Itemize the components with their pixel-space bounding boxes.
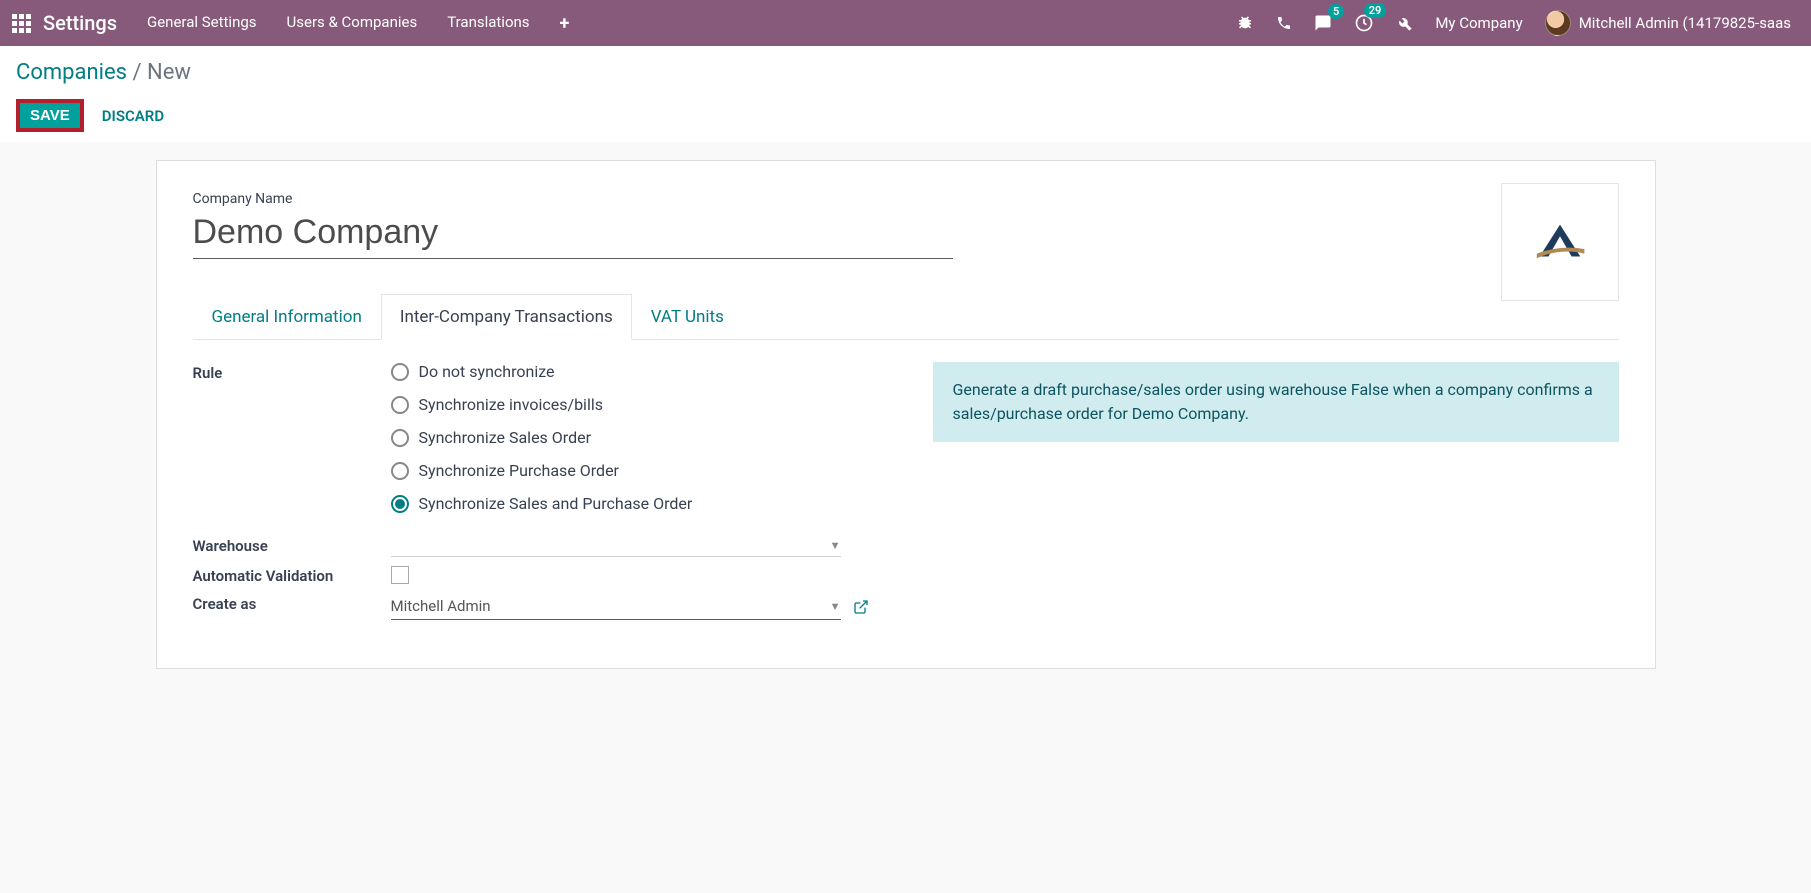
rule-options: Do not synchronize Synchronize invoices/… xyxy=(391,362,893,527)
row-rule: Rule Do not synchronize Synchronize invo… xyxy=(193,362,893,527)
breadcrumb-separator: / xyxy=(132,60,147,85)
topbar: Settings General Settings Users & Compan… xyxy=(0,0,1811,46)
rule-option-0[interactable]: Do not synchronize xyxy=(391,362,893,381)
company-switcher[interactable]: My Company xyxy=(1435,14,1522,32)
right-column: Generate a draft purchase/sales order us… xyxy=(933,362,1619,628)
label-create-as: Create as xyxy=(193,593,391,613)
auto-validation-checkbox[interactable] xyxy=(391,566,409,584)
content: Company Name General Information Inter-C… xyxy=(0,142,1811,687)
plus-icon[interactable]: + xyxy=(560,13,570,34)
menu-translations[interactable]: Translations xyxy=(447,13,529,34)
label-rule: Rule xyxy=(193,362,391,382)
rule-option-1[interactable]: Synchronize invoices/bills xyxy=(391,395,893,414)
radio-icon xyxy=(391,396,409,414)
menu-users-companies[interactable]: Users & Companies xyxy=(287,13,418,34)
company-name-input[interactable] xyxy=(193,211,953,259)
tabs: General Information Inter-Company Transa… xyxy=(193,293,1619,340)
rule-option-label: Do not synchronize xyxy=(419,362,555,381)
label-auto-validation: Automatic Validation xyxy=(193,565,391,585)
caret-down-icon: ▼ xyxy=(830,539,841,552)
radio-icon xyxy=(391,363,409,381)
avatar-icon xyxy=(1545,10,1571,36)
rule-option-label: Synchronize invoices/bills xyxy=(419,395,603,414)
row-auto-validation: Automatic Validation xyxy=(193,565,893,585)
radio-icon xyxy=(391,495,409,513)
discard-button[interactable]: DISCARD xyxy=(102,107,164,125)
left-column: Rule Do not synchronize Synchronize invo… xyxy=(193,362,893,628)
breadcrumb-current: New xyxy=(147,60,191,85)
rule-option-2[interactable]: Synchronize Sales Order xyxy=(391,428,893,447)
messages-badge: 5 xyxy=(1328,4,1344,19)
apps-menu-icon[interactable] xyxy=(12,14,31,33)
menu-general-settings[interactable]: General Settings xyxy=(147,13,257,34)
app-title: Settings xyxy=(43,11,117,35)
tab-body: Rule Do not synchronize Synchronize invo… xyxy=(193,340,1619,628)
external-link-icon[interactable] xyxy=(853,599,869,615)
action-row: SAVE DISCARD xyxy=(16,99,1795,132)
rule-option-label: Synchronize Purchase Order xyxy=(419,461,619,480)
activities-badge: 29 xyxy=(1364,3,1387,18)
logo-icon xyxy=(1531,213,1589,271)
tab-vat-units[interactable]: VAT Units xyxy=(632,294,743,340)
label-warehouse: Warehouse xyxy=(193,535,391,555)
row-warehouse: Warehouse ▼ xyxy=(193,535,893,557)
user-menu[interactable]: Mitchell Admin (14179825-saas xyxy=(1545,10,1791,36)
rule-option-label: Synchronize Sales and Purchase Order xyxy=(419,494,693,513)
save-button[interactable]: SAVE xyxy=(16,99,84,132)
info-box: Generate a draft purchase/sales order us… xyxy=(933,362,1619,442)
top-menu: General Settings Users & Companies Trans… xyxy=(147,13,569,34)
user-name: Mitchell Admin (14179825-saas xyxy=(1579,14,1791,32)
create-as-select[interactable]: Mitchell Admin ▼ xyxy=(391,593,841,620)
warehouse-select[interactable]: ▼ xyxy=(391,535,841,557)
company-name-label: Company Name xyxy=(193,191,1619,207)
phone-icon[interactable] xyxy=(1276,15,1292,31)
bug-icon[interactable] xyxy=(1236,14,1254,32)
create-as-value: Mitchell Admin xyxy=(391,597,491,615)
radio-icon xyxy=(391,429,409,447)
breadcrumb: Companies / New xyxy=(16,60,1795,85)
rule-option-4[interactable]: Synchronize Sales and Purchase Order xyxy=(391,494,893,513)
messages-icon[interactable]: 5 xyxy=(1314,14,1332,32)
row-create-as: Create as Mitchell Admin ▼ xyxy=(193,593,893,620)
tab-inter-company-transactions[interactable]: Inter-Company Transactions xyxy=(381,294,632,340)
tab-general-information[interactable]: General Information xyxy=(193,294,381,340)
rule-option-label: Synchronize Sales Order xyxy=(419,428,592,447)
caret-down-icon: ▼ xyxy=(830,600,841,613)
activities-icon[interactable]: 29 xyxy=(1354,13,1374,33)
breadcrumb-companies[interactable]: Companies xyxy=(16,60,127,85)
rule-option-3[interactable]: Synchronize Purchase Order xyxy=(391,461,893,480)
systray: 5 29 My Company Mitchell Admin (14179825… xyxy=(1236,10,1791,36)
tools-icon[interactable] xyxy=(1396,15,1413,32)
company-logo[interactable] xyxy=(1501,183,1619,301)
form-sheet: Company Name General Information Inter-C… xyxy=(156,160,1656,669)
subheader: Companies / New SAVE DISCARD xyxy=(0,46,1811,142)
radio-icon xyxy=(391,462,409,480)
